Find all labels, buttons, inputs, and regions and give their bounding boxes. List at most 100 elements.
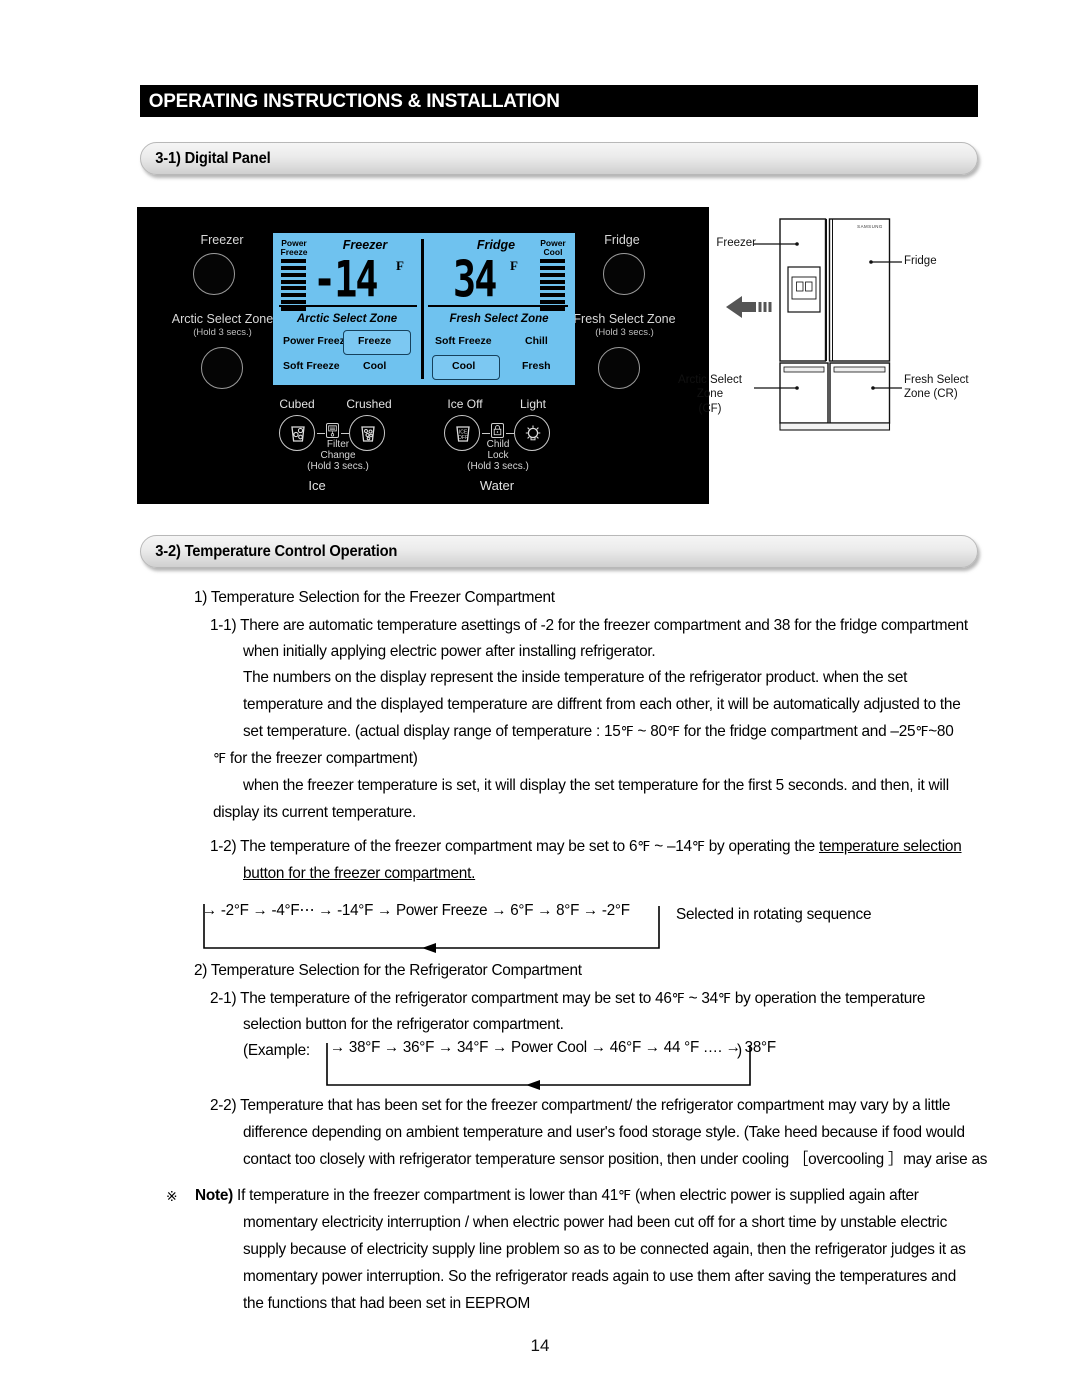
freezer-sequence-diagram: → -2°F → -4°F⋯ → -14°F → Power Freeze → … <box>196 896 696 958</box>
deg-5: ℉ <box>637 840 651 855</box>
dispenser-group-label-water: Water <box>479 478 515 493</box>
fridge-callout-fridge: Fridge <box>904 255 937 267</box>
page-title: OPERATING INSTRUCTIONS & INSTALLATION <box>148 89 560 112</box>
fridge-sequence-diagram: → 38°F → 36°F → 34°F → Power Cool → 46°F… <box>320 1033 776 1095</box>
lcd-bargraph-power-freeze <box>281 259 306 311</box>
lcd-title-freezer: Freezer <box>342 238 388 252</box>
text-item2-2-line2: difference depending on ambient temperat… <box>243 1124 965 1141</box>
lcd-arctic-item-soft-freeze[interactable]: Soft Freeze <box>283 360 340 372</box>
lcd-bargraph-power-cool <box>540 259 565 311</box>
p2l3-d: ~80 <box>928 723 954 740</box>
lcd-value-freezer: -14 <box>313 251 379 309</box>
section-heading-digital-panel: 3-1) Digital Panel <box>140 142 978 175</box>
note-l1-b: (when electric power is supplied again a… <box>630 1187 919 1204</box>
i12-b: ~ –14 <box>650 838 692 855</box>
dispenser-label-cubed: Cubed <box>279 397 315 411</box>
deg-1: ℉ <box>620 725 634 740</box>
panel-button-fridge[interactable] <box>603 253 645 295</box>
text-para2-line1: The numbers on the display represent the… <box>243 669 908 686</box>
page-number: 14 <box>530 1336 550 1355</box>
p2l4-a: for the freezer compartment) <box>225 750 418 767</box>
fridge-sequence-loop-arrow <box>326 1043 751 1090</box>
dispenser-divider-left-b <box>341 433 349 435</box>
deg-7: ℉ <box>671 992 685 1007</box>
text-item2-heading: 2) Temperature Selection for the Refrige… <box>194 962 582 979</box>
lcd-value-fridge: 34 <box>453 251 497 309</box>
i12-underline-1: temperature selection <box>818 838 962 855</box>
deg-8: ℉ <box>717 992 731 1007</box>
p2l3-b: ~ 80 <box>633 723 668 740</box>
text-example-close: ) <box>737 1042 742 1059</box>
fridge-callout-fresh-zone: Fresh Select Zone (CR) <box>904 374 969 401</box>
panel-label-fridge: Fridge <box>604 233 640 247</box>
lcd-fresh-item-fresh[interactable]: Fresh <box>522 360 551 372</box>
deg-9: ℉ <box>618 1189 631 1204</box>
filter-icon-glyph <box>328 425 337 437</box>
lcd-arctic-item-power-freeze[interactable]: Power Freeze <box>283 335 351 347</box>
deg-4: ℉ <box>213 752 226 767</box>
lcd-label-power-cool: Power Cool <box>540 238 566 257</box>
i12-c: by operating the <box>704 838 819 855</box>
section-heading-label: 3-1) Digital Panel <box>155 149 271 167</box>
child-lock-icon[interactable] <box>491 423 504 438</box>
text-item2-2-line1: 2-2) Temperature that has been set for t… <box>210 1097 951 1114</box>
dispenser-label-crushed: Crushed <box>346 397 392 411</box>
lcd-display: Power Freeze Freezer -14 F Fridge 34 F P… <box>273 233 575 385</box>
p2l3-c: for the fridge compartment and –25 <box>679 723 916 740</box>
refrigerator-drawing: SAMSUNG <box>726 218 902 431</box>
lcd-arctic-item-freeze[interactable]: Freeze <box>358 335 391 347</box>
digital-panel-illustration: Freezer Arctic Select Zone (Hold 3 secs.… <box>137 207 709 504</box>
dispenser-divider-left-a <box>317 433 325 435</box>
panel-button-arctic-select-zone[interactable] <box>201 347 243 389</box>
text-note-line5: the functions that had been set in EEPRO… <box>243 1295 531 1312</box>
deg-6: ℉ <box>691 840 705 855</box>
text-para2-line5: when the freezer temperature is set, it … <box>243 777 949 794</box>
deg-2: ℉ <box>666 725 680 740</box>
text-note-line4: momentary power interruption. So the ref… <box>243 1268 957 1285</box>
note-mark: ※ <box>166 1188 178 1204</box>
lcd-fresh-item-chill[interactable]: Chill <box>525 335 548 347</box>
dispenser-group-label-ice: Ice <box>308 478 326 493</box>
dispenser-divider-right-b <box>506 433 514 435</box>
text-note-line3: supply because of electricity supply lin… <box>243 1241 966 1258</box>
i12-underline-3: the freezer compartment. <box>305 865 476 882</box>
lcd-fresh-zone-title: Fresh Select Zone <box>449 313 549 325</box>
fridge-callout-freezer: Freezer <box>716 237 756 249</box>
text-note-line2: momentary electricity interruption / whe… <box>243 1214 948 1231</box>
lcd-arctic-zone-title: Arctic Select Zone <box>296 313 398 325</box>
i21-c: by operation the temperature <box>730 990 926 1007</box>
lcd-unit-freezer: F <box>396 258 404 273</box>
panel-button-fresh-select-zone[interactable] <box>598 347 640 389</box>
section-heading-temperature-control: 3-2) Temperature Control Operation <box>140 535 978 568</box>
freezer-sequence-loop-arrow <box>203 904 660 953</box>
text-para2-line2: temperature and the displayed temperatur… <box>243 696 961 713</box>
panel-button-freezer[interactable] <box>193 253 235 295</box>
lcd-unit-fridge: F <box>510 258 518 273</box>
deg-3: ℉ <box>915 725 929 740</box>
refrigerator-diagram: SAMSUNG Freezer Fridge Arctic Select Zon… <box>678 207 1012 507</box>
filter-change-icon[interactable] <box>326 423 339 438</box>
lcd-fresh-item-cool[interactable]: Cool <box>452 360 475 372</box>
text-item1-2-line2: button for the freezer compartment. <box>243 859 475 889</box>
dispenser-label-child-lock: Child Lock (Hold 3 secs.) <box>467 439 529 473</box>
text-item1-heading: 1) Temperature Selection for the Freezer… <box>194 589 555 606</box>
note-label: Note) <box>195 1187 234 1204</box>
dispenser-label-light: Light <box>519 397 547 411</box>
text-example-label: (Example: <box>243 1042 310 1059</box>
lcd-fresh-item-soft-freeze[interactable]: Soft Freeze <box>435 335 492 347</box>
p2l3-a: set temperature. (actual display range o… <box>243 723 621 740</box>
text-item2-2-line3: contact too closely with refrigerator te… <box>243 1151 988 1168</box>
svg-text:SAMSUNG: SAMSUNG <box>857 224 883 229</box>
dispenser-label-ice-off: Ice Off <box>447 397 483 411</box>
page-header-bar: OPERATING INSTRUCTIONS & INSTALLATION <box>140 85 978 117</box>
fridge-callout-arctic-zone: Arctic Select Zone (CF) <box>678 374 742 415</box>
text-para2-line6: display its current temperature. <box>213 804 416 821</box>
padlock-icon-glyph <box>493 425 502 436</box>
i21-a: 2-1) The temperature of the refrigerator… <box>210 990 672 1007</box>
lcd-arctic-item-cool[interactable]: Cool <box>363 360 386 372</box>
panel-label-freezer: Freezer <box>200 233 244 247</box>
i12-underline-2: button for <box>243 865 306 882</box>
i12-a: 1-2) The temperature of the freezer comp… <box>210 838 638 855</box>
dispenser-label-filter-change: Filter Change (Hold 3 secs.) <box>307 439 369 473</box>
section-heading-label-2: 3-2) Temperature Control Operation <box>155 542 398 560</box>
